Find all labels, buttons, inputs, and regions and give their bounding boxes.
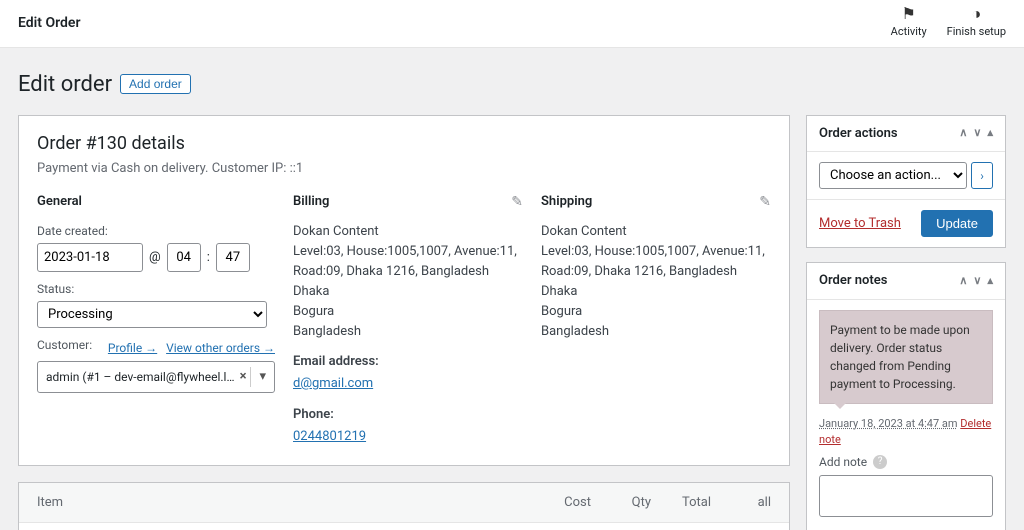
order-actions-panel: Order actions ∧ ∨ ▴ Choose an action... [806, 115, 1006, 249]
col-total: Total [651, 493, 711, 513]
shipping-column: ✎ Shipping Dokan Content Level:03, House… [541, 192, 771, 447]
order-details-title: Order #130 details [37, 130, 771, 157]
date-created-label: Date created: [37, 222, 275, 240]
date-input[interactable] [37, 243, 143, 273]
order-action-select[interactable]: Choose an action... [819, 162, 967, 189]
progress-icon: ◑ [947, 6, 1006, 22]
hour-input[interactable] [167, 243, 201, 273]
flag-icon: ⚑ [891, 6, 927, 22]
help-icon[interactable]: ? [873, 455, 887, 469]
panel-up-icon[interactable]: ∧ [959, 125, 967, 142]
billing-email-link[interactable]: d@gmail.com [293, 376, 373, 391]
customer-label: Customer: [37, 336, 92, 354]
minute-input[interactable] [216, 243, 250, 273]
billing-column: ✎ Billing Dokan Content Level:03, House:… [293, 192, 523, 447]
edit-shipping-icon[interactable]: ✎ [759, 192, 771, 213]
col-qty: Qty [591, 493, 651, 513]
profile-link[interactable]: Profile → [108, 341, 157, 355]
run-action-button[interactable]: › [971, 162, 993, 189]
page-title-strip: Edit Order [18, 13, 80, 34]
move-to-trash-link[interactable]: Move to Trash [819, 214, 901, 234]
add-note-textarea[interactable] [819, 475, 993, 517]
panel-down-icon[interactable]: ∨ [973, 273, 981, 290]
view-other-orders-link[interactable]: View other orders → [166, 341, 275, 355]
customer-clear-icon[interactable]: × [236, 367, 251, 387]
col-item: Item [37, 493, 531, 513]
note-item: Payment to be made upon delivery. Order … [819, 310, 993, 404]
panel-toggle-icon[interactable]: ▴ [987, 125, 993, 142]
col-cost: Cost [531, 493, 591, 513]
billing-phone-link[interactable]: 0244801219 [293, 429, 366, 444]
billing-heading: Billing [293, 192, 523, 212]
general-heading: General [37, 192, 275, 212]
status-select[interactable]: Processing [37, 301, 267, 328]
page-title: Edit order [18, 68, 112, 101]
panel-toggle-icon[interactable]: ▴ [987, 273, 993, 290]
finish-setup-tool[interactable]: ◑ Finish setup [947, 6, 1006, 41]
order-details-panel: Order #130 details Payment via Cash on d… [18, 115, 790, 466]
status-label: Status: [37, 280, 275, 298]
chevron-down-icon[interactable]: ▾ [250, 367, 266, 387]
item-row: 🧢 Dummy Beanie SKU: dummy-beanie $18.00 … [19, 522, 789, 530]
general-column: General Date created: @ : [37, 192, 275, 447]
panel-down-icon[interactable]: ∨ [973, 125, 981, 142]
edit-billing-icon[interactable]: ✎ [511, 192, 523, 213]
activity-tool[interactable]: ⚑ Activity [891, 6, 927, 41]
col-tax: all [711, 493, 771, 513]
order-notes-panel: Order notes ∧ ∨ ▴ Payment to be made upo… [806, 262, 1006, 530]
shipping-heading: Shipping [541, 192, 771, 212]
customer-select[interactable]: admin (#1 – dev-email@flywheel.local) × … [37, 361, 275, 393]
update-button[interactable]: Update [921, 210, 993, 237]
order-details-subtitle: Payment via Cash on delivery. Customer I… [37, 159, 771, 179]
panel-up-icon[interactable]: ∧ [959, 273, 967, 290]
items-panel: Item Cost Qty Total all 🧢 Dummy Beanie S… [18, 482, 790, 530]
add-order-button[interactable]: Add order [120, 74, 191, 94]
